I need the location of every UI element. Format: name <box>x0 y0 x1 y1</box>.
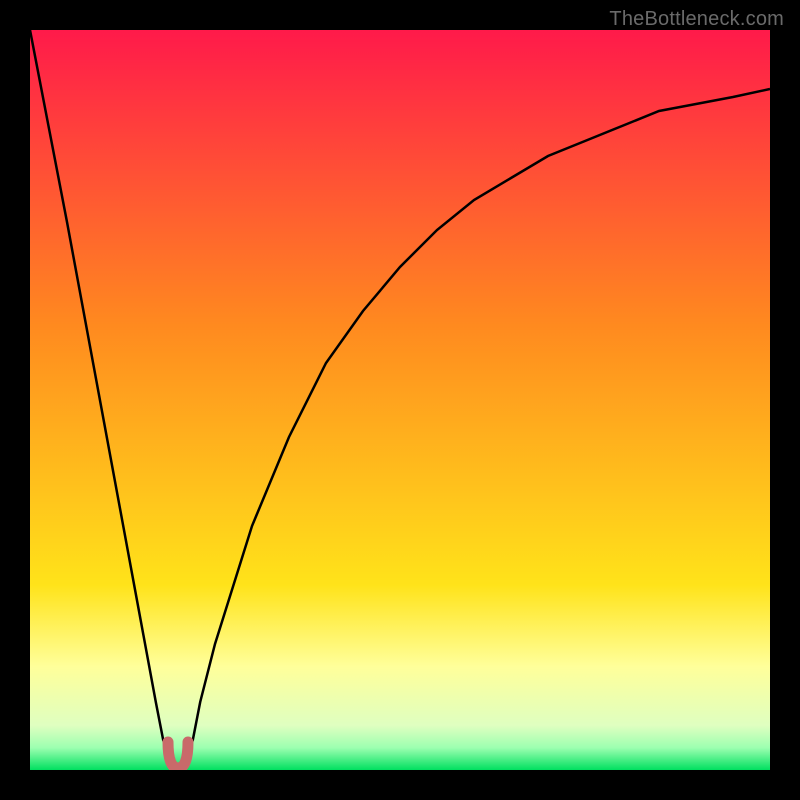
watermark-label: TheBottleneck.com <box>609 8 784 31</box>
plot-area <box>30 30 770 770</box>
chart-container: TheBottleneck.com <box>0 0 800 800</box>
optimum-marker-icon <box>30 30 770 770</box>
